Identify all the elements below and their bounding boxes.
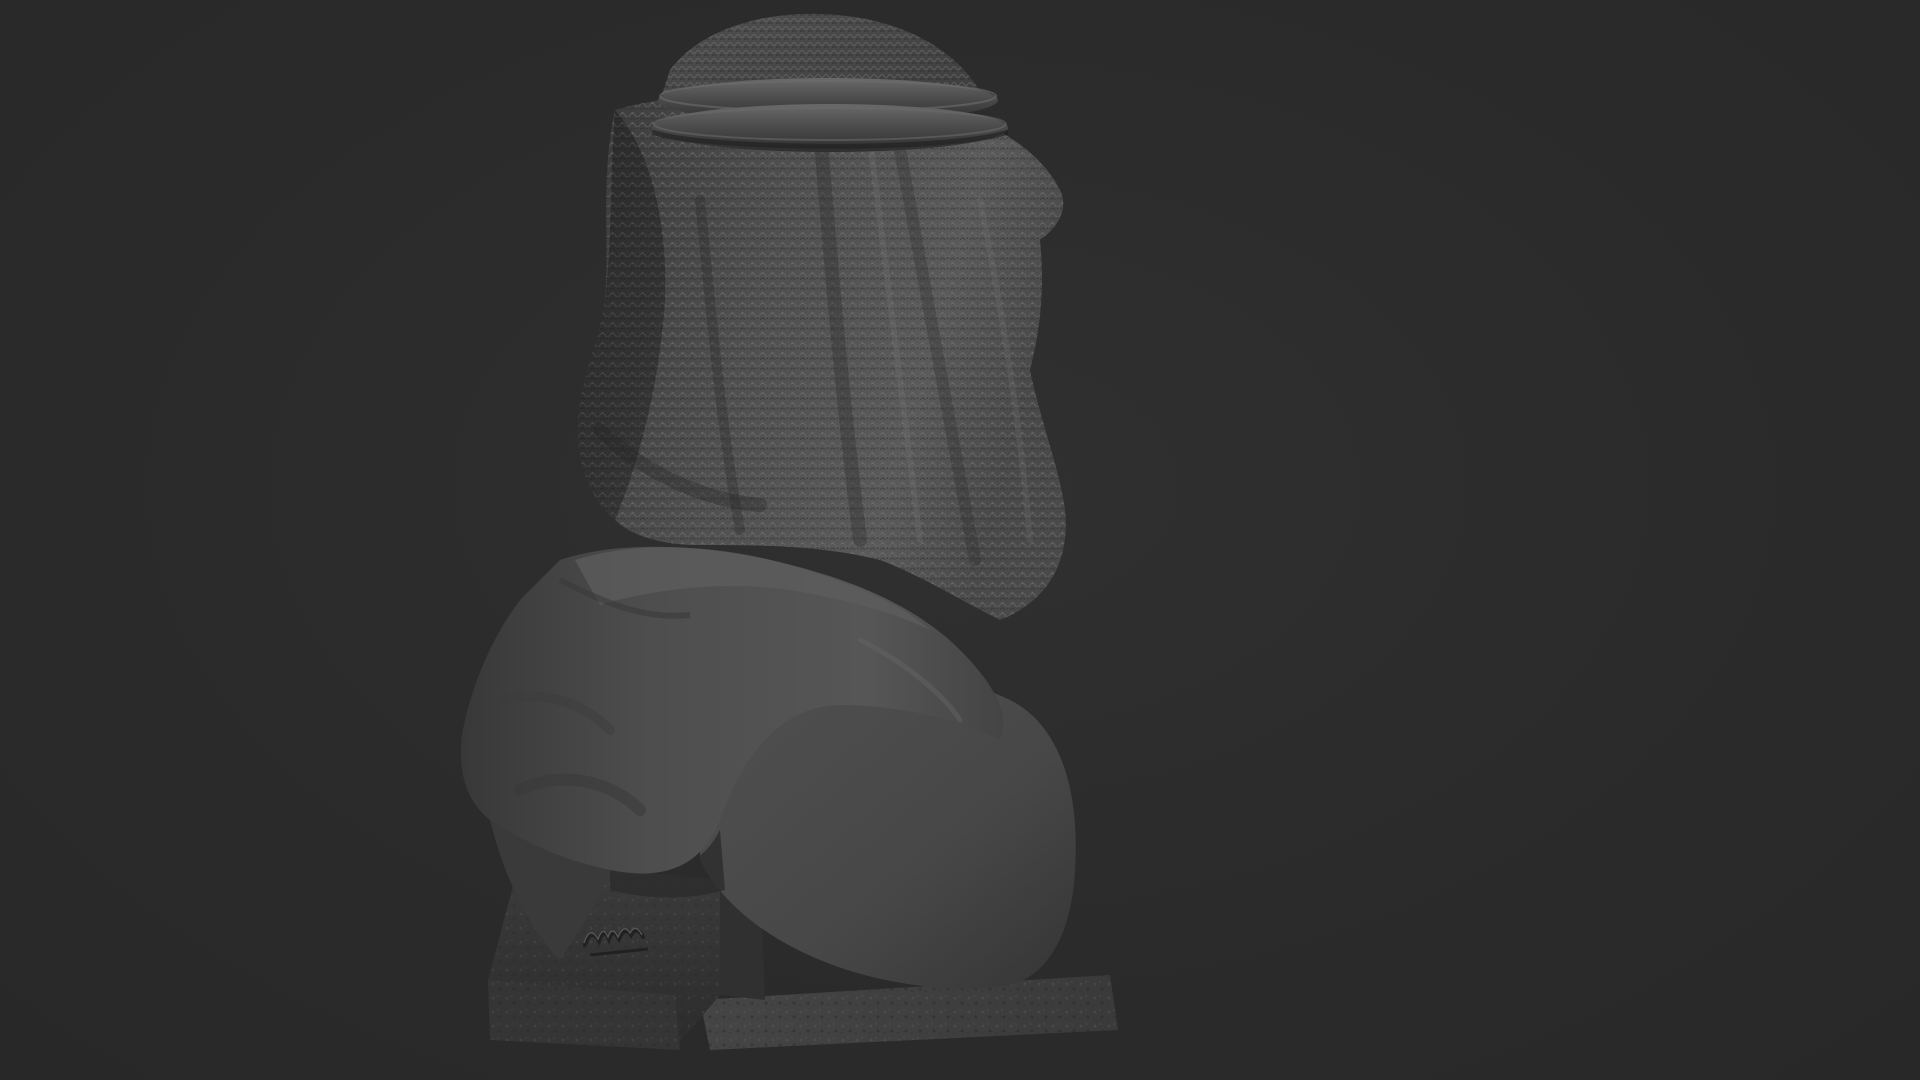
viewport[interactable] <box>0 0 1920 1080</box>
sculpt-render <box>460 13 1118 1050</box>
